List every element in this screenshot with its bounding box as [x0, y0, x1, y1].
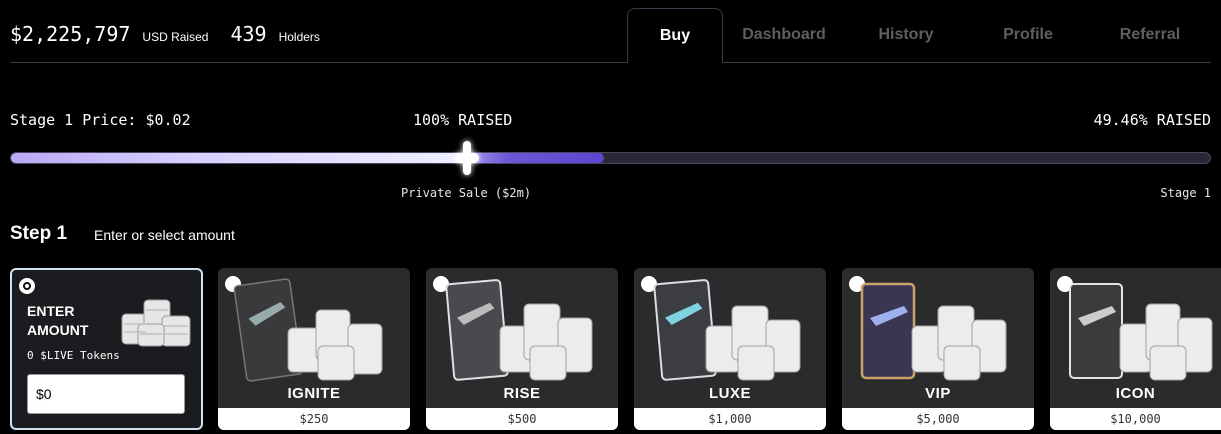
private-sale-label: Private Sale ($2m): [401, 186, 532, 200]
tab-history[interactable]: History: [845, 8, 967, 62]
header-divider: [10, 62, 1211, 63]
package-name: VIP: [925, 385, 951, 402]
enter-amount-radio[interactable]: [19, 278, 35, 294]
stage-1-label: Stage 1: [1160, 186, 1211, 200]
step-subtitle: Enter or select amount: [94, 227, 235, 243]
amount-input[interactable]: [27, 374, 185, 414]
package-price: $1,000: [634, 408, 826, 430]
package-card-ignite[interactable]: IGNITE $250: [218, 268, 410, 430]
package-card-rise[interactable]: RISE $500: [426, 268, 618, 430]
presale-page: $2,225,797 USD Raised 439 Holders Buy Da…: [0, 0, 1221, 434]
package-name: LUXE: [708, 385, 751, 402]
stage-raised-percent: 49.46% RAISED: [1093, 111, 1211, 129]
package-card-luxe[interactable]: LUXE $1,000: [634, 268, 826, 430]
stage-price: Stage 1 Price: $0.02: [10, 111, 191, 129]
stats-bar: $2,225,797 USD Raised 439 Holders: [10, 22, 342, 46]
usd-raised-label: USD Raised: [142, 30, 209, 44]
token-amount: 0 $LIVE Tokens: [27, 349, 120, 362]
step-title: Step 1: [10, 223, 68, 244]
tab-bar: Buy Dashboard History Profile Referral: [627, 8, 1211, 63]
enter-amount-card[interactable]: ENTER AMOUNT 0 $LIVE Tokens: [10, 268, 203, 430]
stage-1-fill: [466, 153, 604, 163]
progress-track: [10, 141, 1211, 175]
tab-referral[interactable]: Referral: [1089, 8, 1211, 62]
package-price: $250: [218, 408, 410, 430]
holders-count: 439: [230, 22, 267, 46]
package-name: RISE: [503, 385, 541, 402]
package-name: IGNITE: [287, 385, 341, 402]
private-sale-fill: [11, 153, 466, 163]
package-price: $500: [426, 408, 618, 430]
package-name: ICON: [1115, 385, 1156, 402]
package-card-vip[interactable]: VIP $5,000: [842, 268, 1034, 430]
package-card-icon[interactable]: ICON $10,000: [1050, 268, 1221, 430]
tab-buy[interactable]: Buy: [627, 8, 723, 63]
private-raised-percent: 100% RAISED: [413, 111, 513, 129]
package-price: $5,000: [842, 408, 1034, 430]
tab-profile[interactable]: Profile: [967, 8, 1089, 62]
package-price: $10,000: [1050, 408, 1221, 430]
token-stack-icon: [121, 299, 191, 347]
progress-marker-sparkle-icon: [463, 141, 471, 175]
enter-amount-title: ENTER AMOUNT: [27, 303, 89, 338]
usd-raised-amount: $2,225,797: [10, 22, 131, 46]
tab-dashboard[interactable]: Dashboard: [723, 8, 845, 62]
holders-label: Holders: [278, 30, 320, 44]
